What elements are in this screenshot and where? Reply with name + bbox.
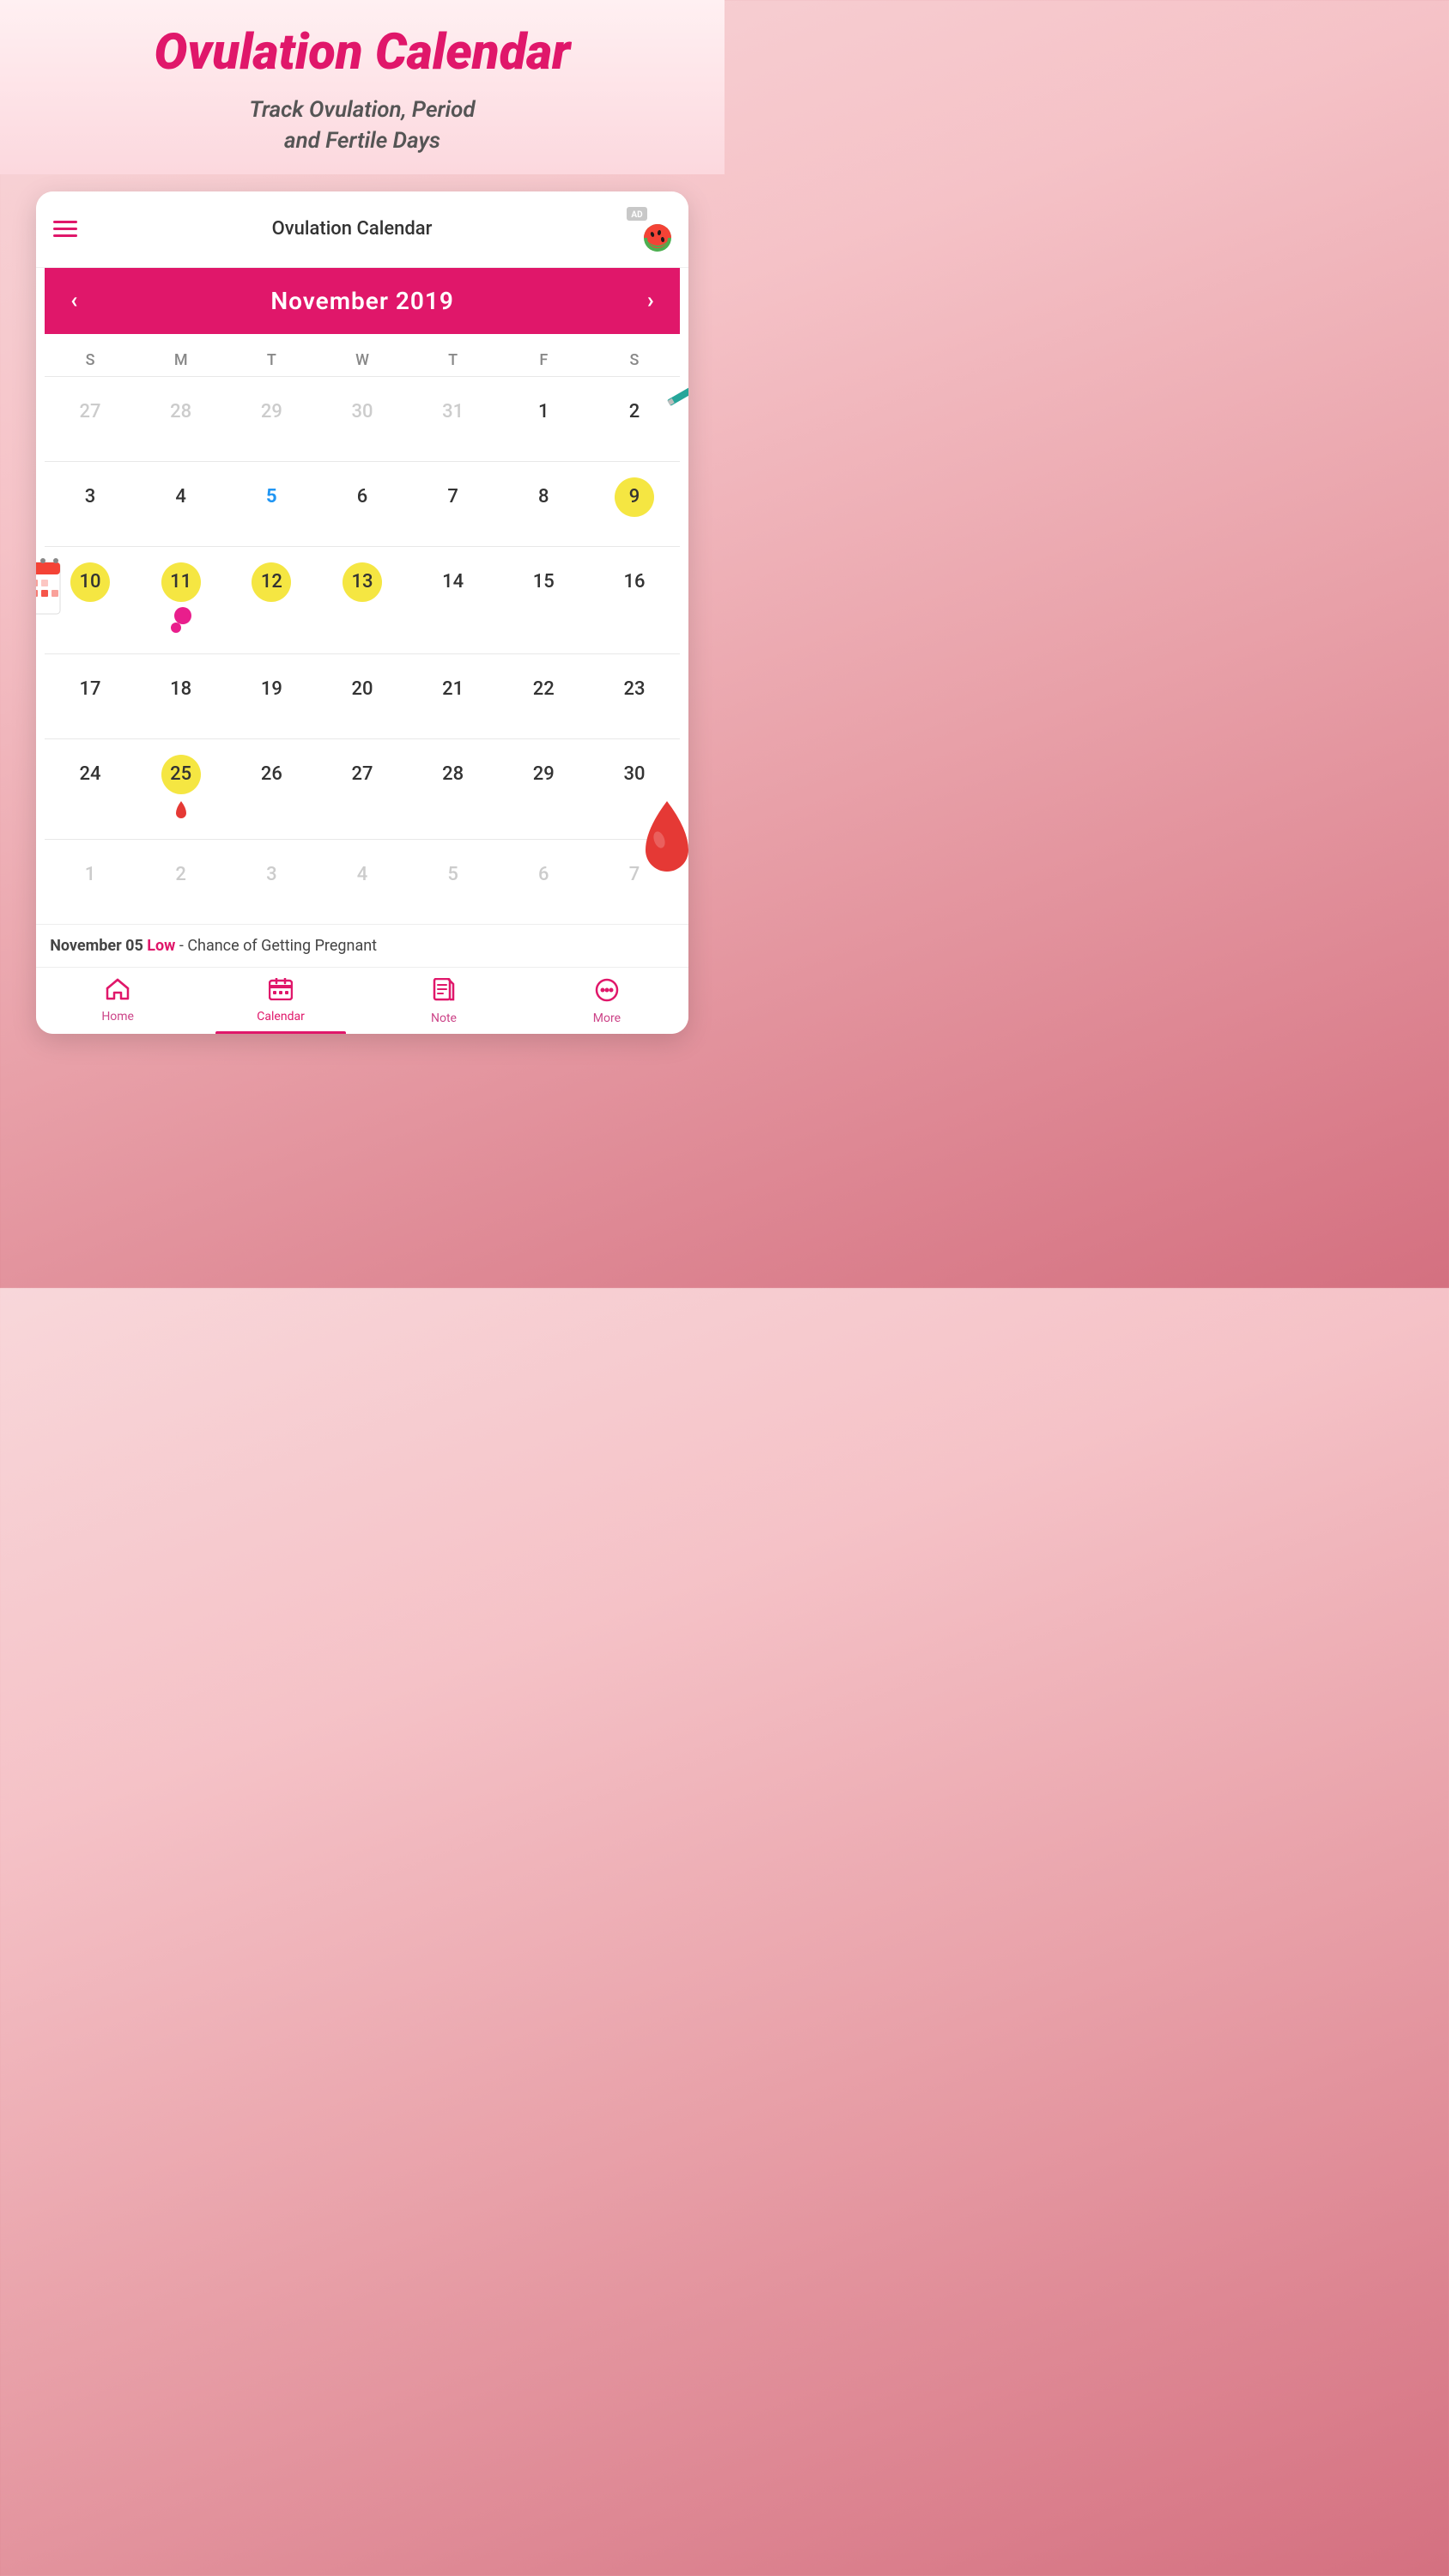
calendar-day-18[interactable]: 18 — [136, 666, 227, 726]
prev-month-button[interactable]: ‹ — [70, 288, 77, 313]
calendar-day-25[interactable]: 25 — [136, 751, 227, 827]
blood-drop-small-icon — [173, 799, 189, 823]
ovulation-indicator — [169, 607, 193, 638]
note-icon — [433, 978, 455, 1008]
calendar-day-2[interactable]: 2 — [589, 389, 680, 449]
calendar-day-21[interactable]: 21 — [408, 666, 499, 726]
calendar-day-14[interactable]: 14 — [408, 559, 499, 619]
calendar-day-20[interactable]: 20 — [317, 666, 408, 726]
svg-text:AD: AD — [631, 210, 643, 220]
app-card: Ovulation Calendar AD ‹ — [36, 191, 688, 1034]
calendar-day-2-next[interactable]: 2 — [136, 852, 227, 912]
nav-more-label: More — [593, 1012, 621, 1025]
day-header-sat: S — [589, 344, 680, 376]
month-title: November 2019 — [270, 287, 454, 315]
calendar-day-11[interactable]: 11 — [136, 559, 227, 641]
status-text: - Chance of Getting Pregnant — [179, 937, 377, 955]
next-month-button[interactable]: › — [647, 288, 654, 313]
calendar-day-27[interactable]: 27 — [317, 751, 408, 811]
month-nav: ‹ November 2019 › — [45, 268, 680, 334]
calendar-container: ‹ November 2019 › S M T W T F S 27 28 29 — [36, 268, 688, 924]
bottom-nav: Home Calendar — [36, 967, 688, 1034]
calendar-day-12[interactable]: 12 — [227, 559, 318, 619]
status-bar: November 05 Low - Chance of Getting Preg… — [36, 924, 688, 967]
status-date: November 05 — [50, 937, 143, 955]
calendar-week-6: 1 2 3 4 5 6 7 — [45, 839, 680, 924]
home-icon — [106, 978, 130, 1006]
calendar-day-13[interactable]: 13 — [317, 559, 408, 619]
day-header-fri: F — [498, 344, 589, 376]
calendar-day-30-prev[interactable]: 30 — [317, 389, 408, 449]
app-header-title: Ovulation Calendar — [272, 218, 433, 240]
calendar-week-3: 10 11 12 13 14 — [45, 546, 680, 653]
day-header-mon: M — [136, 344, 227, 376]
calendar-day-9[interactable]: 9 — [589, 474, 680, 534]
calendar-day-29[interactable]: 29 — [498, 751, 589, 811]
calendar-day-5-next[interactable]: 5 — [408, 852, 499, 912]
app-title: Ovulation Calendar — [17, 26, 707, 81]
calendar-day-1[interactable]: 1 — [498, 389, 589, 449]
calendar-day-6-next[interactable]: 6 — [498, 852, 589, 912]
day-header-wed: W — [317, 344, 408, 376]
calendar-day-26[interactable]: 26 — [227, 751, 318, 811]
app-header: Ovulation Calendar AD — [36, 191, 688, 268]
header-banner: Ovulation Calendar Track Ovulation, Peri… — [0, 0, 724, 174]
day-headers: S M T W T F S — [45, 344, 680, 376]
menu-button[interactable] — [53, 221, 77, 237]
app-subtitle: Track Ovulation, Periodand Fertile Days — [17, 94, 707, 157]
nav-more[interactable]: More — [525, 968, 688, 1034]
nav-home-label: Home — [101, 1010, 134, 1024]
calendar-day-1-next[interactable]: 1 — [45, 852, 136, 912]
calendar-day-29-prev[interactable]: 29 — [227, 389, 318, 449]
blood-drop-large-icon — [637, 797, 688, 882]
calendar-day-22[interactable]: 22 — [498, 666, 589, 726]
calendar-day-17[interactable]: 17 — [45, 666, 136, 726]
day-header-sun: S — [45, 344, 136, 376]
nav-note[interactable]: Note — [362, 968, 525, 1034]
nav-calendar[interactable]: Calendar — [199, 968, 362, 1034]
calendar-day-16[interactable]: 16 — [589, 559, 680, 619]
day-header-thu: T — [408, 344, 499, 376]
calendar-week-4: 17 18 19 20 21 22 23 — [45, 653, 680, 738]
calendar-day-4[interactable]: 4 — [136, 474, 227, 534]
calendar-day-31-prev[interactable]: 31 — [408, 389, 499, 449]
calendar-day-19[interactable]: 19 — [227, 666, 318, 726]
calendar-week-1: 27 28 29 30 31 1 2 — [45, 376, 680, 461]
nav-note-label: Note — [431, 1012, 457, 1025]
calendar-day-28[interactable]: 28 — [408, 751, 499, 811]
calendar-week-2: 3 4 5 6 7 8 9 — [45, 461, 680, 546]
watermelon-icon: AD — [627, 207, 671, 252]
status-level: Low — [147, 937, 175, 955]
pencil-icon — [664, 376, 688, 413]
calendar-icon — [269, 978, 293, 1006]
calendar-day-6[interactable]: 6 — [317, 474, 408, 534]
calendar-day-15[interactable]: 15 — [498, 559, 589, 619]
calendar-day-24[interactable]: 24 — [45, 751, 136, 811]
nav-home[interactable]: Home — [36, 968, 199, 1034]
day-header-tue: T — [227, 344, 318, 376]
calendar-day-27-prev[interactable]: 27 — [45, 389, 136, 449]
calendar-day-7[interactable]: 7 — [408, 474, 499, 534]
nav-calendar-label: Calendar — [257, 1010, 305, 1024]
calendar-day-10[interactable]: 10 — [45, 559, 136, 619]
calendar-day-28-prev[interactable]: 28 — [136, 389, 227, 449]
calendar-day-4-next[interactable]: 4 — [317, 852, 408, 912]
more-icon — [595, 978, 619, 1008]
calendar-day-5[interactable]: 5 — [227, 474, 318, 534]
calendar-week-5: 24 25 26 27 28 29 — [45, 738, 680, 839]
calendar-day-8[interactable]: 8 — [498, 474, 589, 534]
calendar-day-3-next[interactable]: 3 — [227, 852, 318, 912]
calendar-day-3[interactable]: 3 — [45, 474, 136, 534]
calendar-day-23[interactable]: 23 — [589, 666, 680, 726]
